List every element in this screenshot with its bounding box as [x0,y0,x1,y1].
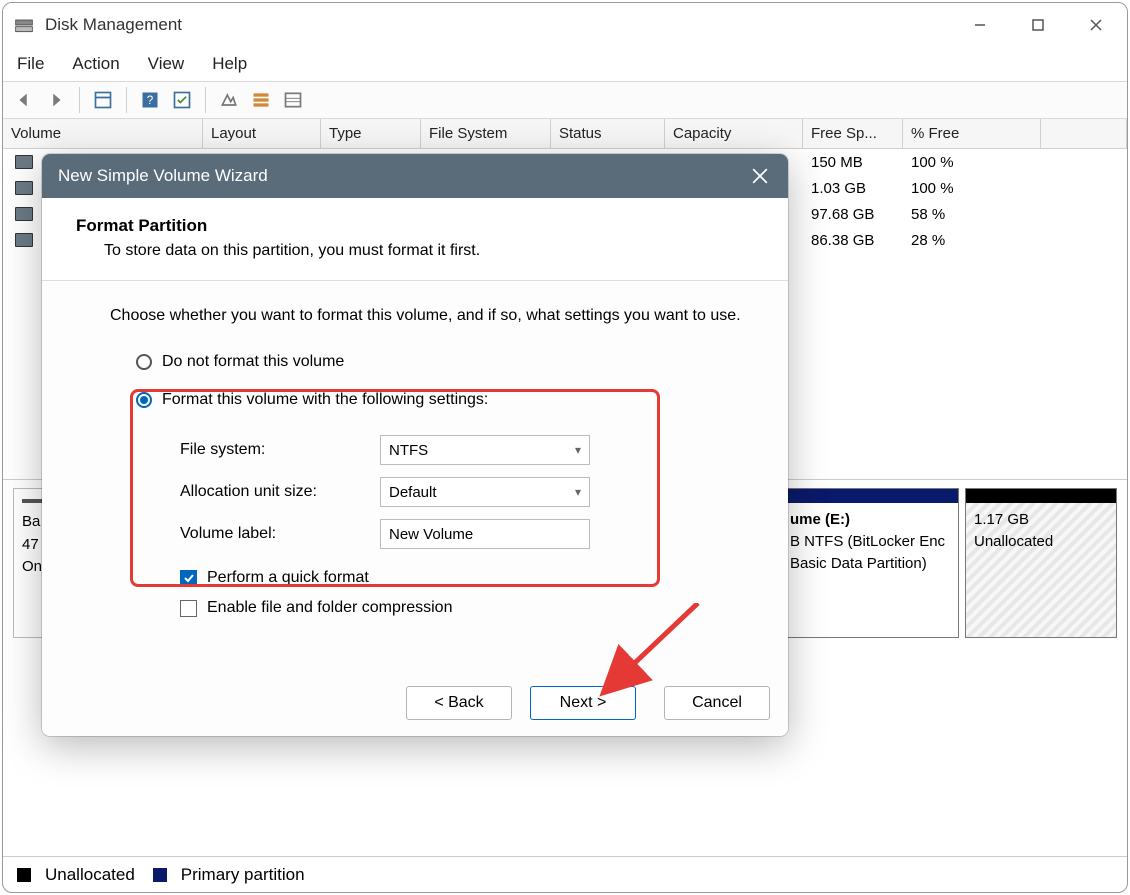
legend-swatch-unallocated [17,868,31,882]
back-button[interactable]: < Back [406,686,512,720]
cancel-button-label: Cancel [692,694,742,712]
properties-icon[interactable] [88,85,118,115]
dialog-close-button[interactable] [738,154,782,198]
checkbox-icon [180,600,197,617]
table-header: Volume Layout Type File System Status Ca… [3,119,1127,149]
th-status[interactable]: Status [551,119,665,149]
dialog-heading: Format Partition [76,216,768,236]
dialog-header: Format Partition To store data on this p… [42,198,788,281]
menu-view[interactable]: View [148,54,185,74]
close-button[interactable] [1067,3,1125,47]
checkbox-quick-format-label: Perform a quick format [207,569,369,587]
dialog-body: Choose whether you want to format this v… [42,281,788,670]
label-allocation: Allocation unit size: [180,483,380,501]
select-filesystem-value: NTFS [389,442,428,459]
th-layout[interactable]: Layout [203,119,321,149]
menubar: File Action View Help [3,47,1127,81]
radio-noformat[interactable]: Do not format this volume [136,353,760,371]
partition-line: B NTFS (BitLocker Enc [790,531,950,553]
toolbar: ? [3,81,1127,119]
cell-pct: 100 % [903,152,1041,173]
legend-bar: Unallocated Primary partition [3,856,1127,892]
legend-unallocated: Unallocated [45,865,135,885]
settings-list-icon[interactable] [246,85,276,115]
partition-line: Basic Data Partition) [790,553,950,575]
next-button[interactable]: Next > [530,686,636,720]
dialog-subheading: To store data on this partition, you mus… [76,242,768,260]
refresh-icon[interactable] [167,85,197,115]
cell-pct: 100 % [903,178,1041,199]
chevron-down-icon: ▾ [575,443,581,457]
checkbox-quick-format[interactable]: Perform a quick format [180,569,760,587]
app-title: Disk Management [45,15,182,35]
cell-free: 97.68 GB [803,204,903,225]
disk-list-icon[interactable] [278,85,308,115]
wizard-dialog: New Simple Volume Wizard Format Partitio… [42,154,788,736]
maximize-button[interactable] [1009,3,1067,47]
radio-format-label: Format this volume with the following se… [162,391,488,409]
menu-file[interactable]: File [17,54,44,74]
menu-action[interactable]: Action [72,54,119,74]
menu-help[interactable]: Help [212,54,247,74]
volume-icon [15,207,33,221]
radio-noformat-label: Do not format this volume [162,353,344,371]
input-volume-label[interactable]: New Volume [380,519,590,549]
th-rest [1041,119,1127,149]
checkbox-icon [180,570,197,587]
checkbox-compression-label: Enable file and folder compression [207,599,452,617]
th-fs[interactable]: File System [421,119,551,149]
format-settings: File system: NTFS ▾ Allocation unit size… [180,429,760,555]
cell-pct: 58 % [903,204,1041,225]
legend-primary: Primary partition [181,865,305,885]
th-pct[interactable]: % Free [903,119,1041,149]
back-icon[interactable] [9,85,39,115]
minimize-button[interactable] [951,3,1009,47]
partition-line: 1.17 GB [974,509,1108,531]
input-volume-label-value: New Volume [389,526,473,543]
th-volume[interactable]: Volume [3,119,203,149]
cell-free: 150 MB [803,152,903,173]
partition-unallocated[interactable]: 1.17 GB Unallocated [965,488,1117,638]
dialog-title: New Simple Volume Wizard [58,166,268,186]
select-filesystem[interactable]: NTFS ▾ [380,435,590,465]
volume-icon [15,233,33,247]
checkbox-compression[interactable]: Enable file and folder compression [180,599,760,617]
volume-icon [15,155,33,169]
cell-free: 1.03 GB [803,178,903,199]
select-allocation-value: Default [389,484,437,501]
help-icon[interactable]: ? [135,85,165,115]
cancel-button[interactable]: Cancel [664,686,770,720]
legend-swatch-primary [153,868,167,882]
dialog-description: Choose whether you want to format this v… [110,307,760,325]
label-filesystem: File system: [180,441,380,459]
list-icon[interactable] [214,85,244,115]
radio-format[interactable]: Format this volume with the following se… [136,391,760,409]
next-button-label: Next > [560,694,607,712]
dialog-footer: < Back Next > Cancel [42,670,788,736]
th-free[interactable]: Free Sp... [803,119,903,149]
partition-primary[interactable]: ume (E:) B NTFS (BitLocker Enc Basic Dat… [781,488,959,638]
label-volume-label: Volume label: [180,525,380,543]
radio-icon [136,392,152,408]
app-icon [13,14,35,36]
partition-line: Unallocated [974,531,1108,553]
cell-free: 86.38 GB [803,230,903,251]
titlebar: Disk Management [3,3,1127,47]
svg-text:?: ? [147,94,154,107]
back-button-label: < Back [434,694,483,712]
volume-icon [15,181,33,195]
th-capacity[interactable]: Capacity [665,119,803,149]
forward-icon[interactable] [41,85,71,115]
dialog-titlebar: New Simple Volume Wizard [42,154,788,198]
th-type[interactable]: Type [321,119,421,149]
cell-pct: 28 % [903,230,1041,251]
select-allocation[interactable]: Default ▾ [380,477,590,507]
partition-title: ume (E:) [790,509,950,531]
radio-icon [136,354,152,370]
chevron-down-icon: ▾ [575,485,581,499]
